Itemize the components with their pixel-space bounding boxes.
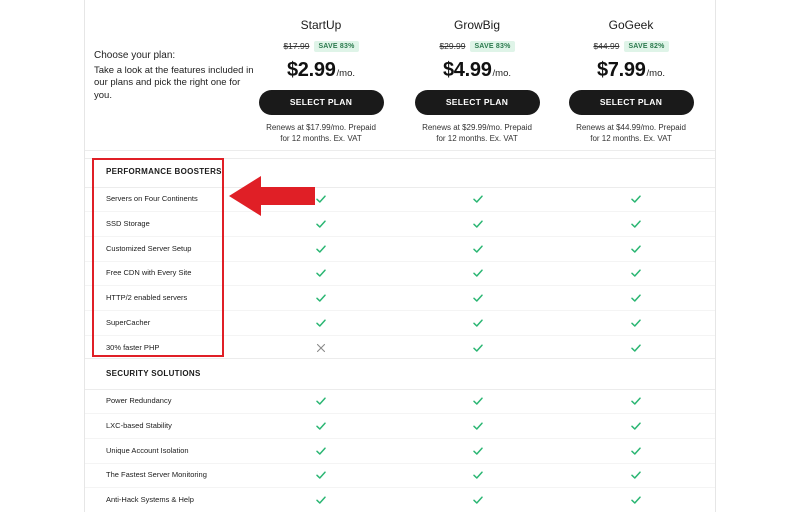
checkmark-icon [471,291,485,305]
checkmark-icon [471,242,485,256]
cross-icon [314,341,328,355]
intro-text: Take a look at the features included in … [94,64,254,101]
checkmark-icon [314,242,328,256]
checkmark-icon [314,316,328,330]
checkmark-icon [314,493,328,507]
checkmark-icon [314,394,328,408]
old-price-row: $29.99 SAVE 83% [412,40,542,52]
checkmark-icon [471,341,485,355]
select-plan-button-gogeek[interactable]: SELECT PLAN [568,90,694,115]
price: $4.99 [442,59,492,81]
checkmark-icon [629,444,643,458]
checkmark-icon [314,266,328,280]
checkmark-icon [314,468,328,482]
checkmark-icon [629,468,643,482]
plan-name: StartUp [300,18,342,32]
plan-column-startup: StartUp $17.99 SAVE 83% $2.99 /mo. SELEC… [256,18,386,144]
checkmark-icon [471,192,485,206]
checkmark-icon [471,217,485,231]
plan-column-gogeek: GoGeek $44.99 SAVE 82% $7.99 /mo. SELECT… [566,18,696,144]
checkmark-icon [314,217,328,231]
feature-label: LXC-based Stability [106,420,172,430]
price-row: $4.99 /mo. [412,59,542,82]
select-plan-button-growbig[interactable]: SELECT PLAN [414,90,540,115]
checkmark-icon [629,316,643,330]
price-row: $2.99 /mo. [256,59,386,82]
feature-label: Power Redundancy [106,396,172,405]
plan-intro: Choose your plan: Take a look at the fea… [94,50,254,102]
save-badge: SAVE 83% [470,40,515,52]
checkmark-icon [629,217,643,231]
old-price-row: $17.99 SAVE 83% [256,40,386,52]
renewal-note: Renews at $17.99/mo. Prepaid for 12 mont… [266,123,376,143]
divider [85,150,715,151]
renewal-note: Renews at $44.99/mo. Prepaid for 12 mont… [576,123,686,143]
old-price-row: $44.99 SAVE 82% [566,40,696,52]
old-price: $44.99 [593,41,620,51]
checkmark-icon [314,192,328,206]
price-period: /mo. [646,68,666,79]
left-arrow-icon [229,174,315,218]
checkmark-icon [629,192,643,206]
checkmark-icon [629,242,643,256]
checkmark-icon [629,341,643,355]
save-badge: SAVE 83% [314,40,359,52]
annotation-highlight-box [92,158,224,357]
checkmark-icon [629,419,643,433]
checkmark-icon [314,444,328,458]
price: $7.99 [596,59,646,81]
checkmark-icon [471,468,485,482]
plan-column-growbig: GrowBig $29.99 SAVE 83% $4.99 /mo. SELEC… [412,18,542,144]
row-divider [85,487,715,489]
old-price: $17.99 [283,41,310,51]
save-badge: SAVE 82% [624,40,669,52]
checkmark-icon [629,266,643,280]
checkmark-icon [629,291,643,305]
checkmark-icon [471,394,485,408]
feature-label: The Fastest Server Monitoring [106,470,207,480]
price: $2.99 [286,59,336,81]
section-title: SECURITY SOLUTIONS [106,369,201,378]
checkmark-icon [314,419,328,433]
divider [85,389,715,390]
select-plan-button-startup[interactable]: SELECT PLAN [258,90,384,115]
checkmark-icon [471,493,485,507]
feature-label: Unique Account Isolation [106,445,189,455]
price-period: /mo. [492,68,512,79]
checkmark-icon [471,266,485,280]
intro-title: Choose your plan: [94,50,176,61]
renewal-note: Renews at $29.99/mo. Prepaid for 12 mont… [422,123,532,143]
plan-name: GrowBig [453,18,500,32]
checkmark-icon [471,444,485,458]
price-row: $7.99 /mo. [566,59,696,82]
row-divider [85,462,715,464]
checkmark-icon [471,316,485,330]
checkmark-icon [314,291,328,305]
checkmark-icon [629,394,643,408]
plan-name: GoGeek [608,18,654,32]
row-divider [85,437,715,439]
price-period: /mo. [336,68,356,79]
row-divider [85,413,715,414]
old-price: $29.99 [439,41,466,51]
divider [85,358,715,359]
feature-label: Anti-Hack Systems & Help [106,495,194,505]
checkmark-icon [471,419,485,433]
checkmark-icon [629,493,643,507]
